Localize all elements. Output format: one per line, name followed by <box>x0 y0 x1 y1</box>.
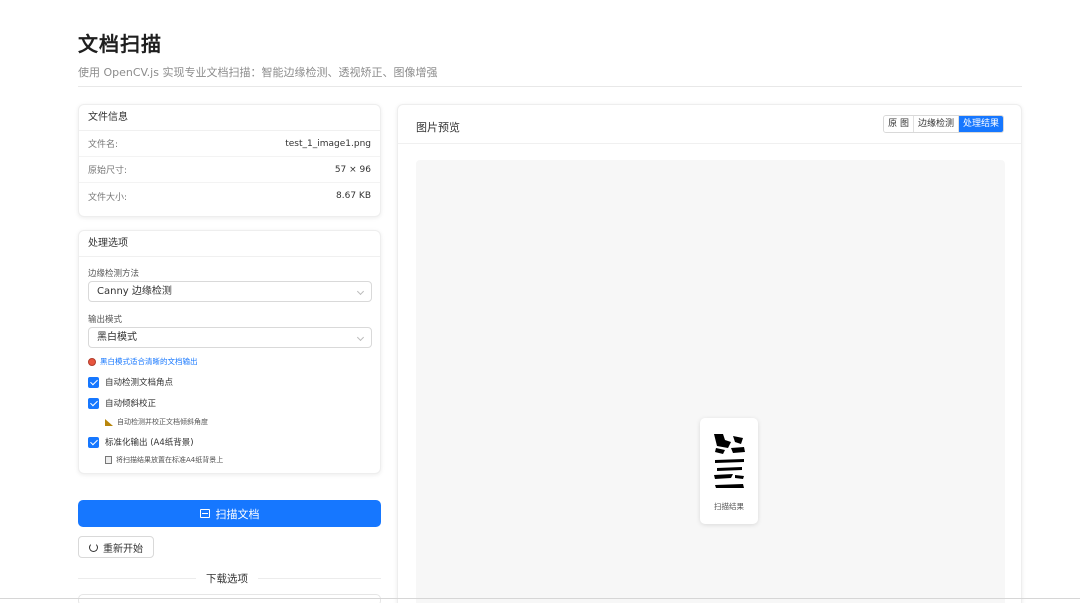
red-circle-icon <box>88 357 96 366</box>
reload-icon <box>89 542 98 552</box>
deskew-hint-text: 自动检测并校正文档倾斜角度 <box>117 418 208 426</box>
auto-corner-checkbox-row[interactable]: 自动检测文档角点 <box>88 376 173 388</box>
scan-result-image <box>714 434 745 488</box>
output-mode-select[interactable]: 黑白模式 <box>88 327 372 348</box>
info-label: 原始尺寸: <box>88 166 128 176</box>
auto-corner-label: 自动检测文档角点 <box>105 378 174 388</box>
processing-options-card: 处理选项 边缘检测方法 Canny 边缘检测 输出模式 黑白模式 黑白模式适合清… <box>78 230 381 474</box>
info-row-filename: 文件名: test_1_image1.png <box>79 131 380 157</box>
restart-button-label: 重新开始 <box>103 543 143 555</box>
standardize-hint-text: 将扫描结果放置在标准A4纸背景上 <box>116 456 224 464</box>
info-value: test_1_image1.png <box>285 138 371 149</box>
checkbox-checked-icon[interactable] <box>88 436 99 448</box>
tab-edge-detection[interactable]: 边缘检测 <box>912 116 958 132</box>
scan-result-caption: 扫描结果 <box>714 502 744 511</box>
mode-hint-text: 黑白模式适合清晰的文档输出 <box>100 357 198 366</box>
header-divider <box>78 86 1022 87</box>
deskew-hint: 自动检测并校正文档倾斜角度 <box>105 417 208 427</box>
preview-title: 图片预览 <box>416 121 460 134</box>
scan-result-thumbnail[interactable]: 扫描结果 <box>700 418 758 524</box>
image-preview-card: 图片预览 原 图 边缘检测 处理结果 扫描结果 <box>397 104 1022 603</box>
output-mode-label: 输出模式 <box>88 315 123 325</box>
page-header: 文档扫描 使用 OpenCV.js 实现专业文档扫描：智能边缘检测、透视矫正、图… <box>78 28 1022 80</box>
note-icon <box>105 456 112 464</box>
info-value: 57 × 96 <box>334 164 371 175</box>
scan-icon <box>199 509 210 518</box>
info-row-filesize: 文件大小: 8.67 KB <box>79 183 380 209</box>
viewport-bottom-edge <box>0 598 1080 599</box>
info-label: 文件大小: <box>88 192 128 203</box>
auto-deskew-label: 自动倾斜校正 <box>105 399 157 409</box>
mode-hint: 黑白模式适合清晰的文档输出 <box>88 356 198 367</box>
chevron-down-icon <box>356 333 365 342</box>
auto-deskew-checkbox-row[interactable]: 自动倾斜校正 <box>88 397 156 409</box>
info-label: 文件名: <box>88 140 119 150</box>
chevron-down-icon <box>356 287 365 296</box>
page-subtitle: 使用 OpenCV.js 实现专业文档扫描：智能边缘检测、透视矫正、图像增强 <box>78 66 438 79</box>
tab-original[interactable]: 原 图 <box>884 116 913 132</box>
checkbox-checked-icon[interactable] <box>88 397 99 409</box>
file-info-title: 文件信息 <box>79 105 380 131</box>
preview-divider <box>398 143 1021 144</box>
options-title: 处理选项 <box>79 231 380 257</box>
file-info-card: 文件信息 文件名: test_1_image1.png 原始尺寸: 57 × 9… <box>78 104 381 217</box>
standardize-label: 标准化输出 (A4纸背景) <box>105 438 194 448</box>
scan-button-label: 扫描文档 <box>215 507 260 521</box>
edge-method-label: 边缘检测方法 <box>88 269 140 279</box>
edge-method-select[interactable]: Canny 边缘检测 <box>88 281 372 302</box>
restart-button[interactable]: 重新开始 <box>78 536 154 558</box>
ruler-icon <box>105 418 113 426</box>
scan-document-button[interactable]: 扫描文档 <box>78 500 381 527</box>
checkbox-checked-icon[interactable] <box>88 376 99 388</box>
preview-view-tabs: 原 图 边缘检测 处理结果 <box>883 115 1004 133</box>
output-mode-value: 黑白模式 <box>97 332 137 343</box>
tab-result[interactable]: 处理结果 <box>957 116 1003 132</box>
info-row-dimensions: 原始尺寸: 57 × 96 <box>79 157 380 183</box>
info-value: 8.67 KB <box>336 191 371 201</box>
page-title: 文档扫描 <box>78 32 162 56</box>
download-options-title: 下载选项 <box>196 571 258 586</box>
standardize-hint: 将扫描结果放置在标准A4纸背景上 <box>105 455 223 465</box>
preview-canvas: 扫描结果 <box>416 160 1005 603</box>
standardize-checkbox-row[interactable]: 标准化输出 (A4纸背景) <box>88 436 194 448</box>
edge-method-value: Canny 边缘检测 <box>97 286 172 297</box>
